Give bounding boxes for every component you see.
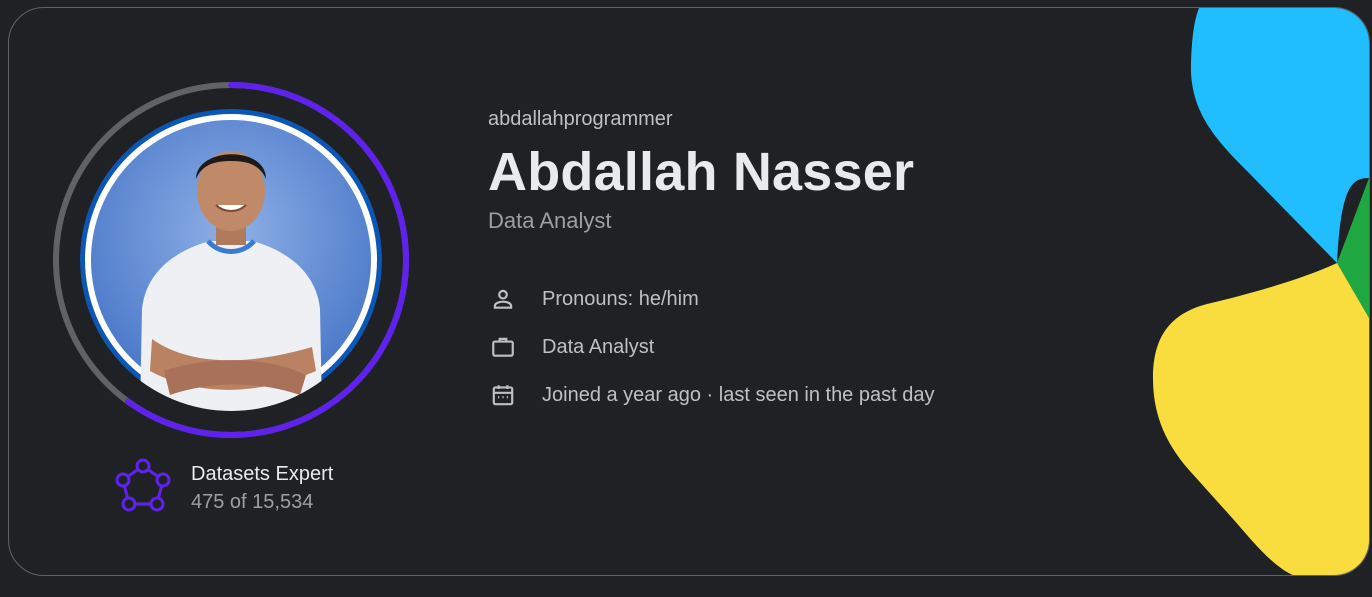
- tier-rank: 475 of 15,534: [191, 491, 314, 513]
- tier-badge[interactable]: Datasets Expert 475 of 15,534: [113, 458, 333, 518]
- joined-row: Joined a year ago · last seen in the pas…: [488, 380, 934, 410]
- briefcase-icon: [488, 332, 518, 362]
- avatar-container[interactable]: [51, 80, 411, 440]
- pronouns-text: Pronouns: he/him: [542, 288, 699, 310]
- tier-title: Datasets Expert: [191, 463, 334, 485]
- occupation-row: Data Analyst: [488, 332, 934, 362]
- calendar-icon: [488, 380, 518, 410]
- blob-blue: [1190, 8, 1369, 263]
- profile-card: Datasets Expert 475 of 15,534 abdallahpr…: [8, 7, 1370, 576]
- person-icon: [488, 284, 518, 314]
- username: abdallahprogrammer: [488, 108, 673, 130]
- occupation-text: Data Analyst: [542, 336, 655, 358]
- blob-yellow: [1153, 263, 1369, 575]
- display-name: Abdallah Nasser: [488, 142, 915, 202]
- tier-text: Datasets Expert 475 of 15,534: [191, 460, 333, 516]
- profile-info: abdallahprogrammer Abdallah Nasser Data …: [488, 106, 934, 428]
- joined-text: Joined a year ago · last seen in the pas…: [542, 384, 935, 406]
- headline: Data Analyst: [488, 208, 612, 233]
- datasets-expert-icon: [115, 458, 171, 512]
- decorative-blobs: [1153, 8, 1369, 575]
- avatar: [80, 109, 382, 411]
- profile-details: Pronouns: he/him Data Analyst Joined a y…: [488, 284, 934, 410]
- pronouns-row: Pronouns: he/him: [488, 284, 934, 314]
